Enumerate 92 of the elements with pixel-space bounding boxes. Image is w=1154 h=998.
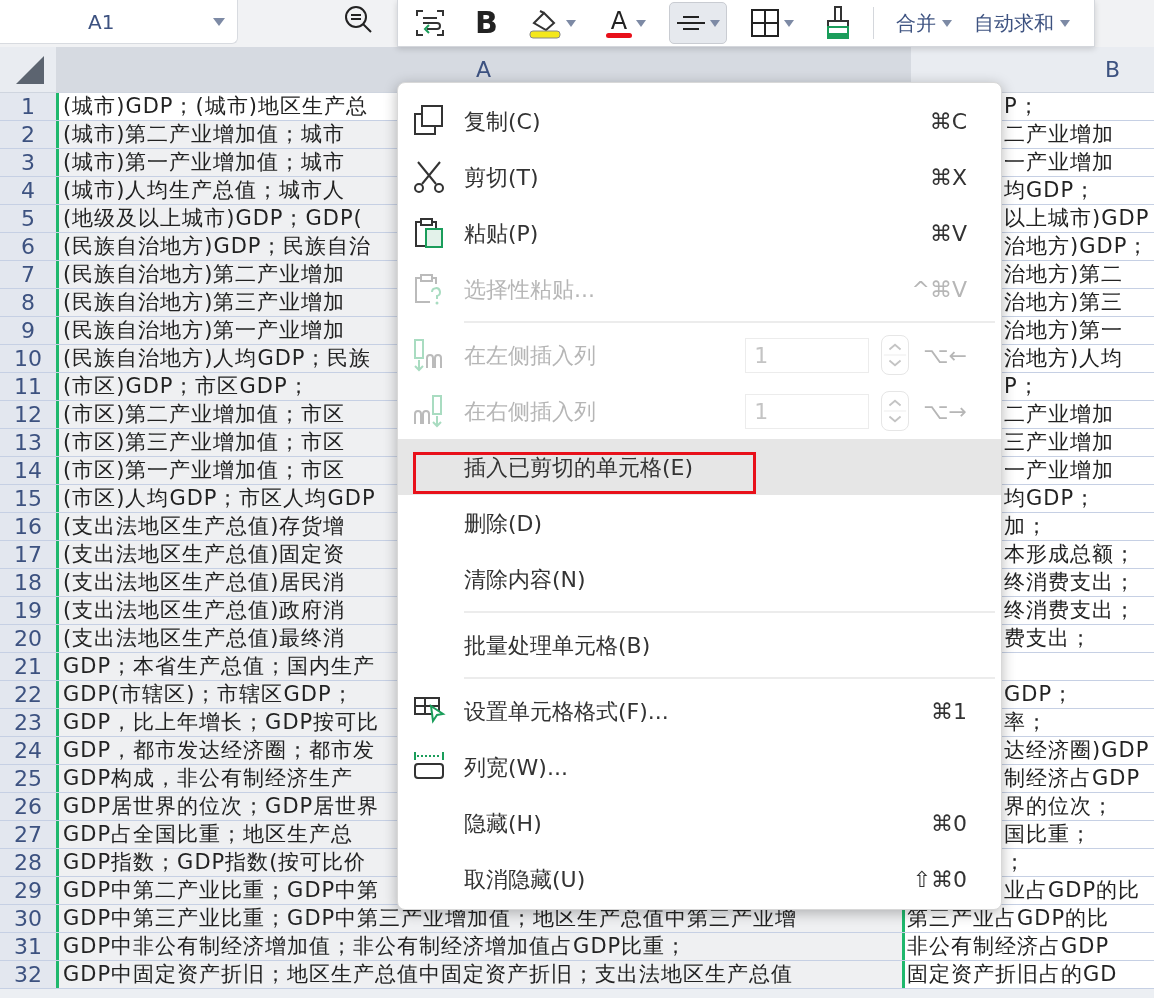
table-cell: GDP中非公有制经济增加值；非公有制经济增加值占GDP比重； [56, 933, 905, 960]
row-header[interactable]: 29 [0, 877, 56, 904]
row-header[interactable]: 30 [0, 905, 56, 932]
name-box-value: A1 [88, 8, 115, 36]
table-cell: 率； [1004, 710, 1048, 734]
table-cell: GDP； [1004, 682, 1075, 706]
caret-icon [941, 19, 952, 27]
shortcut-label: ⌘V [929, 219, 967, 248]
row-header[interactable]: 27 [0, 821, 56, 848]
table-cell: 二产业增加 [1004, 402, 1114, 426]
table-cell: 治地方)人均 [1004, 346, 1124, 370]
shortcut-label: ⇧⌘0 [912, 865, 967, 894]
row-header[interactable]: 21 [0, 653, 56, 680]
row-header[interactable]: 23 [0, 709, 56, 736]
table-cell: 以上城市)GDP [1004, 206, 1150, 230]
table-cell: 非公有制经济占GDP [907, 934, 1110, 958]
table-cell: 治地方)第二 [1004, 262, 1124, 286]
row-header[interactable]: 10 [0, 345, 56, 372]
row-header[interactable]: 22 [0, 681, 56, 708]
table-cell: 达经济圈)GDP [1004, 738, 1150, 762]
shortcut-label: ⌥← [923, 341, 967, 370]
caret-icon[interactable] [213, 17, 225, 26]
table-cell: ； [1004, 850, 1026, 874]
row-header[interactable]: 19 [0, 597, 56, 624]
table-cell: 界的位次； [1004, 794, 1114, 818]
table-cell: 一产业增加 [1004, 150, 1114, 174]
menu-item[interactable]: 插入已剪切的单元格(E) [398, 439, 1001, 495]
shortcut-label: ⌥→ [923, 397, 967, 426]
row-header[interactable]: 11 [0, 373, 56, 400]
table-cell: P； [1004, 94, 1040, 118]
table-cell: 费支出； [1004, 626, 1092, 650]
shortcut-label: ⌘C [929, 107, 967, 136]
table-cell: 制经济占GDP [1004, 766, 1141, 790]
row-header[interactable]: 31 [0, 933, 56, 960]
table-cell: 三产业增加 [1004, 430, 1114, 454]
table-cell: 终消费支出； [1004, 598, 1136, 622]
font-color-button[interactable]: A [598, 2, 653, 44]
table-cell: 治地方)GDP； [1004, 234, 1150, 258]
cut-icon [412, 160, 446, 194]
row-header[interactable]: 24 [0, 737, 56, 764]
row-header[interactable]: 8 [0, 289, 56, 316]
table-cell: 一产业增加 [1004, 458, 1114, 482]
shortcut-label: ⌘0 [931, 809, 967, 838]
row-header[interactable]: 18 [0, 569, 56, 596]
table-cell: 治地方)第一 [1004, 318, 1124, 342]
row-header[interactable]: 25 [0, 765, 56, 792]
table-cell: 均GDP； [1004, 178, 1097, 202]
row-header[interactable]: 5 [0, 205, 56, 232]
toolbar-menu[interactable]: 合并 [887, 8, 960, 38]
row-header[interactable]: 26 [0, 793, 56, 820]
table-cell: 终消费支出； [1004, 570, 1136, 594]
table-cell: GDP中固定资产折旧；地区生产总值中固定资产折旧；支出法地区生产总值 [56, 961, 905, 988]
row-header[interactable]: 3 [0, 149, 56, 176]
row-header[interactable]: 2 [0, 121, 56, 148]
row-header[interactable]: 7 [0, 261, 56, 288]
row-header[interactable]: 28 [0, 849, 56, 876]
row-header[interactable]: 13 [0, 429, 56, 456]
copy-icon [412, 104, 446, 138]
table-cell: 本形成总额； [1004, 542, 1136, 566]
table-cell: 业占GDP的比 [1004, 878, 1141, 902]
table-cell: 治地方)第三 [1004, 290, 1124, 314]
row-header[interactable]: 1 [0, 93, 56, 120]
row-header[interactable]: 4 [0, 177, 56, 204]
row-header[interactable]: 6 [0, 233, 56, 260]
row-header[interactable]: 32 [0, 961, 56, 988]
table-cell: 固定资产折旧占的GD [907, 962, 1118, 986]
fill-color-icon [527, 7, 562, 39]
shortcut-label: ⌘X [929, 163, 967, 192]
select-all-corner-icon[interactable] [16, 56, 44, 84]
row-header[interactable]: 20 [0, 625, 56, 652]
toolbar-menu[interactable]: 自动求和 [965, 8, 1078, 38]
caret-icon [1059, 19, 1070, 27]
row-header[interactable]: 15 [0, 485, 56, 512]
table-cell: 加； [1004, 514, 1048, 538]
borders-icon [749, 8, 780, 38]
column-header[interactable]: B [1008, 47, 1154, 92]
shortcut-label: ^⌘V [911, 275, 967, 304]
row-header[interactable]: 14 [0, 457, 56, 484]
table-cell: 国比重； [1004, 822, 1092, 846]
bold-button[interactable]: B [468, 2, 505, 44]
row-header[interactable]: 17 [0, 541, 56, 568]
shortcut-label: ⌘1 [931, 697, 967, 726]
table-cell: P； [1004, 374, 1040, 398]
row-header[interactable]: 16 [0, 513, 56, 540]
paste-icon [412, 216, 446, 250]
table-cell: 均GDP； [1004, 486, 1097, 510]
color-bar [605, 32, 632, 38]
table-cell: 二产业增加 [1004, 122, 1114, 146]
align-button[interactable] [668, 2, 727, 44]
row-header[interactable]: 9 [0, 317, 56, 344]
wrap-text-icon [415, 9, 445, 37]
row-header[interactable]: 12 [0, 401, 56, 428]
